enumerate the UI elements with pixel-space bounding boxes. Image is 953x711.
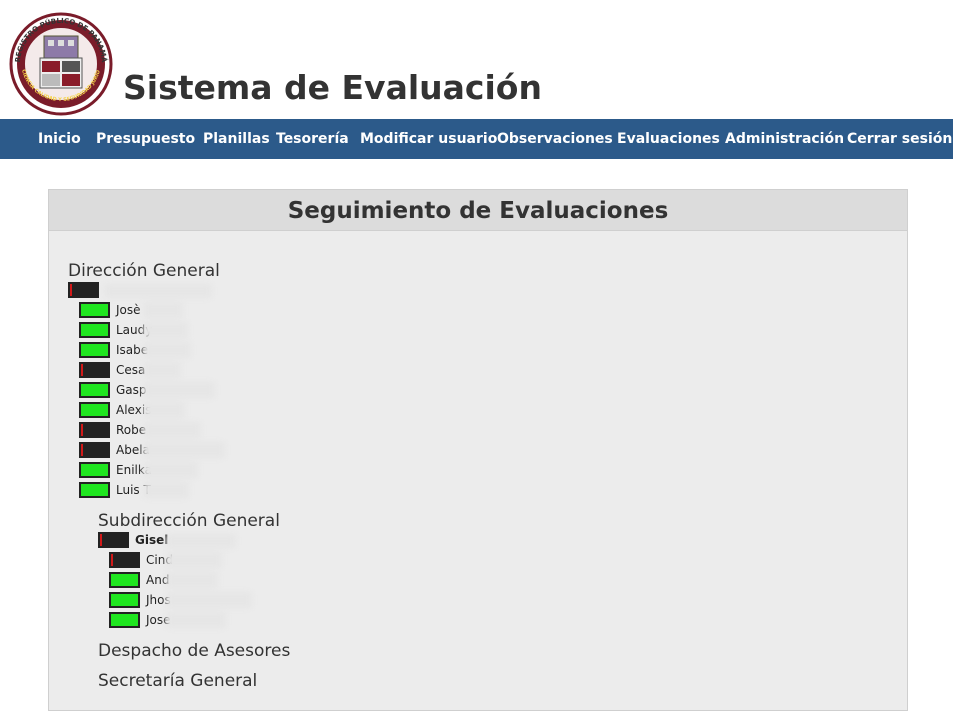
progress-fill: [81, 444, 84, 456]
section-title-subdireccion-general: Subdirección General: [98, 511, 280, 531]
section-title-secretaria-general: Secretaría General: [98, 671, 258, 691]
progress-bar: [109, 552, 140, 568]
redacted-name: [143, 382, 215, 398]
employee-name: Josè: [116, 303, 141, 317]
progress-bar: [79, 442, 110, 458]
redacted-name: [143, 402, 185, 418]
employee-row[interactable]: Luis T: [79, 482, 151, 498]
progress-fill: [81, 404, 108, 416]
app-title: Sistema de Evaluación: [123, 68, 542, 107]
progress-fill: [81, 424, 84, 436]
main-nav: Inicio Presupuesto Planillas Tesorería M…: [0, 119, 953, 159]
progress-fill: [81, 484, 108, 496]
nav-item-evaluaciones[interactable]: Evaluaciones: [617, 131, 720, 147]
employee-name: Gasp: [116, 383, 147, 397]
progress-bar: [79, 462, 110, 478]
panel-header: Seguimiento de Evaluaciones: [49, 190, 907, 231]
progress-fill: [81, 304, 108, 316]
nav-item-observaciones[interactable]: Observaciones: [497, 131, 613, 147]
employee-row[interactable]: Robe: [79, 422, 146, 438]
section-title-direccion-general: Dirección General: [68, 261, 220, 281]
redacted-name: [143, 322, 188, 338]
progress-bar: [98, 532, 129, 548]
employee-name: Gisel: [135, 533, 169, 547]
redacted-name: [143, 342, 191, 358]
progress-bar: [109, 612, 140, 628]
progress-bar: [79, 482, 110, 498]
employee-row[interactable]: And: [109, 572, 169, 588]
subdireccion-general-head-row[interactable]: Gisel: [98, 532, 168, 548]
redacted-name: [166, 592, 252, 608]
employee-row[interactable]: Gasp: [79, 382, 147, 398]
progress-fill: [81, 324, 108, 336]
nav-item-modificar-usuario[interactable]: Modificar usuario: [360, 131, 497, 147]
nav-item-planillas[interactable]: Planillas: [203, 131, 270, 147]
redacted-name: [166, 572, 218, 588]
redacted-name: [104, 284, 212, 298]
progress-bar: [68, 282, 99, 298]
employee-row[interactable]: Cind: [109, 552, 173, 568]
redacted-name: [143, 302, 183, 318]
employee-row[interactable]: Enilka: [79, 462, 152, 478]
employee-name: Cesa: [116, 363, 146, 377]
progress-bar: [79, 302, 110, 318]
nav-item-tesoreria[interactable]: Tesorería: [276, 131, 349, 147]
progress-fill: [100, 534, 103, 546]
employee-row[interactable]: Jose: [109, 612, 171, 628]
redacted-name: [166, 612, 226, 628]
progress-bar: [79, 362, 110, 378]
nav-item-inicio[interactable]: Inicio: [38, 131, 81, 147]
section-title-despacho-asesores: Despacho de Asesores: [98, 641, 291, 661]
nav-item-cerrar-sesion[interactable]: Cerrar sesión: [847, 131, 952, 147]
registro-publico-seal-icon: REGISTRO PÚBLICO DE PANAMÁ EFICIENCIA CA…: [4, 2, 116, 116]
employee-name: Robe: [116, 423, 147, 437]
redacted-name: [166, 534, 236, 548]
progress-fill: [81, 464, 108, 476]
progress-fill: [81, 364, 84, 376]
redacted-name: [143, 422, 201, 438]
progress-bar: [109, 592, 140, 608]
redacted-name: [143, 442, 225, 458]
employee-row[interactable]: Isabe: [79, 342, 148, 358]
progress-bar: [79, 322, 110, 338]
progress-fill: [70, 284, 73, 296]
employee-row[interactable]: Alexis: [79, 402, 151, 418]
progress-fill: [81, 344, 108, 356]
nav-item-administracion[interactable]: Administración: [725, 131, 844, 147]
progress-fill: [111, 554, 114, 566]
progress-fill: [111, 574, 138, 586]
employee-row[interactable]: Josè: [79, 302, 141, 318]
progress-fill: [111, 614, 138, 626]
redacted-name: [166, 552, 222, 568]
progress-fill: [111, 594, 138, 606]
redacted-name: [143, 462, 198, 478]
employee-row[interactable]: Jhos: [109, 592, 171, 608]
progress-bar: [79, 422, 110, 438]
employee-row[interactable]: Laudy: [79, 322, 152, 338]
redacted-name: [143, 362, 181, 378]
panel-title: Seguimiento de Evaluaciones: [287, 198, 669, 224]
progress-fill: [81, 384, 108, 396]
direccion-general-head-row[interactable]: [68, 282, 105, 298]
employee-row[interactable]: Abela: [79, 442, 150, 458]
progress-bar: [79, 382, 110, 398]
header: REGISTRO PÚBLICO DE PANAMÁ EFICIENCIA CA…: [0, 0, 953, 119]
employee-row[interactable]: Cesa: [79, 362, 145, 378]
progress-bar: [79, 342, 110, 358]
progress-bar: [79, 402, 110, 418]
redacted-name: [143, 482, 189, 498]
nav-item-presupuesto[interactable]: Presupuesto: [96, 131, 195, 147]
progress-bar: [109, 572, 140, 588]
